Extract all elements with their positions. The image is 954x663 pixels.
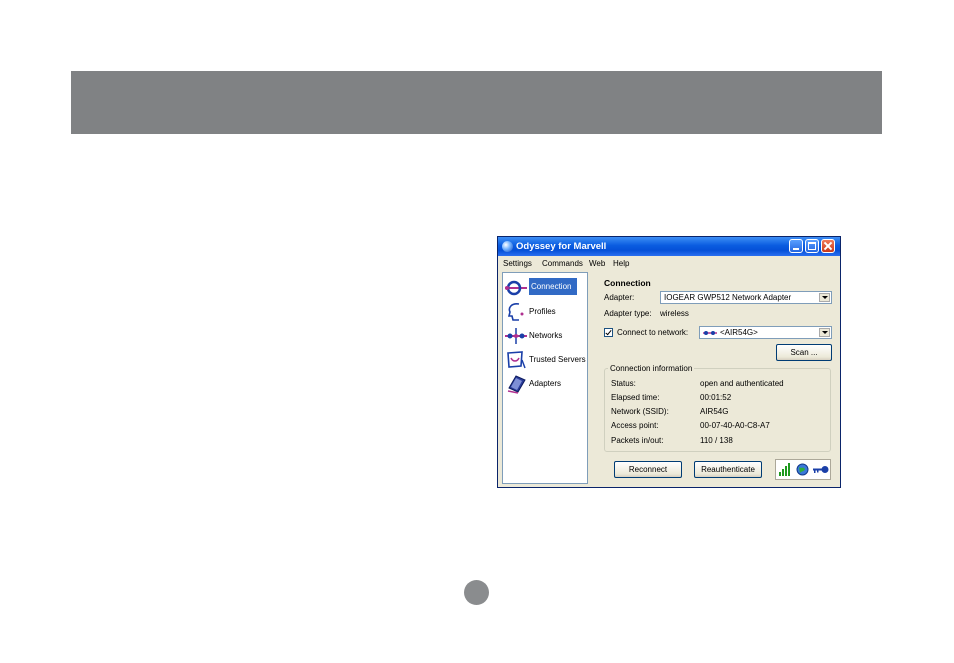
adapter-label: Adapter: xyxy=(604,293,635,302)
sidebar-item-trusted-servers[interactable]: Trusted Servers xyxy=(503,349,587,371)
page-number-dot xyxy=(464,580,489,605)
minimize-button[interactable] xyxy=(789,239,803,253)
chevron-down-icon[interactable] xyxy=(819,293,830,302)
reauthenticate-label: Reauthenticate xyxy=(701,465,755,474)
connect-label[interactable]: Connect to network: xyxy=(617,328,688,337)
menu-commands[interactable]: Commands xyxy=(542,259,583,268)
sidebar: Connection Profiles Networks Trusted Ser… xyxy=(502,272,588,484)
info-label: Status: xyxy=(611,379,636,388)
adapters-icon xyxy=(507,375,526,394)
profiles-icon xyxy=(507,303,524,321)
key-icon xyxy=(813,466,829,473)
reauthenticate-button[interactable]: Reauthenticate xyxy=(694,461,762,478)
adapter-select[interactable]: IOGEAR GWP512 Network Adapter xyxy=(660,291,832,304)
menu-help[interactable]: Help xyxy=(613,259,629,268)
sidebar-item-adapters[interactable]: Adapters xyxy=(503,373,587,395)
scan-button-label: Scan ... xyxy=(790,348,818,357)
sidebar-item-connection[interactable]: Connection xyxy=(503,277,587,299)
elapsed-time-value: 00:01:52 xyxy=(700,393,732,402)
adapter-value: IOGEAR GWP512 Network Adapter xyxy=(664,293,792,302)
ssid-value: AIR54G xyxy=(700,407,729,416)
connection-icon xyxy=(505,280,527,296)
adapter-type-label: Adapter type: xyxy=(604,309,652,318)
status-value: open and authenticated xyxy=(700,379,784,388)
window-title: Odyssey for Marvell xyxy=(516,241,607,252)
network-value: <AIR54G> xyxy=(720,328,758,337)
close-button[interactable] xyxy=(821,239,835,253)
menu-bar: Settings Commands Web Help xyxy=(498,256,840,270)
network-select[interactable]: <AIR54G> xyxy=(699,326,832,339)
signal-strength-icon xyxy=(779,463,790,476)
app-icon xyxy=(502,241,513,252)
sidebar-item-profiles[interactable]: Profiles xyxy=(503,301,587,323)
sidebar-item-label: Networks xyxy=(529,331,563,340)
menu-web[interactable]: Web xyxy=(589,259,605,268)
sidebar-item-label: Connection xyxy=(529,278,578,295)
status-tray xyxy=(775,459,831,480)
trusted-servers-icon xyxy=(507,351,526,369)
network-icon xyxy=(703,331,717,335)
reconnect-button[interactable]: Reconnect xyxy=(614,461,682,478)
adapter-type-value: wireless xyxy=(660,309,689,318)
sidebar-item-label: Adapters xyxy=(529,379,562,388)
globe-icon xyxy=(796,463,809,476)
scan-button[interactable]: Scan ... xyxy=(776,344,832,361)
sidebar-item-networks[interactable]: Networks xyxy=(503,325,587,347)
chevron-down-icon[interactable] xyxy=(819,328,830,337)
menu-settings[interactable]: Settings xyxy=(503,259,532,268)
info-label: Access point: xyxy=(611,421,659,430)
reconnect-label: Reconnect xyxy=(628,465,668,474)
packets-value: 110 / 138 xyxy=(700,436,733,445)
info-label: Elapsed time: xyxy=(611,393,660,402)
access-point-value: 00-07-40-A0-C8-A7 xyxy=(700,421,770,430)
sidebar-item-label: Profiles xyxy=(529,307,556,316)
connection-info-title: Connection information xyxy=(608,364,695,373)
page-header-bar xyxy=(71,71,882,134)
maximize-button[interactable] xyxy=(805,239,819,253)
info-label: Network (SSID): xyxy=(611,407,669,416)
connect-checkbox[interactable] xyxy=(604,328,613,337)
title-bar[interactable]: Odyssey for Marvell xyxy=(498,237,840,256)
odyssey-window: Odyssey for Marvell Settings Commands We… xyxy=(497,236,841,488)
info-label: Packets in/out: xyxy=(611,436,664,445)
sidebar-item-label: Trusted Servers xyxy=(529,355,586,364)
networks-icon xyxy=(505,328,527,344)
connection-heading: Connection xyxy=(604,278,651,288)
